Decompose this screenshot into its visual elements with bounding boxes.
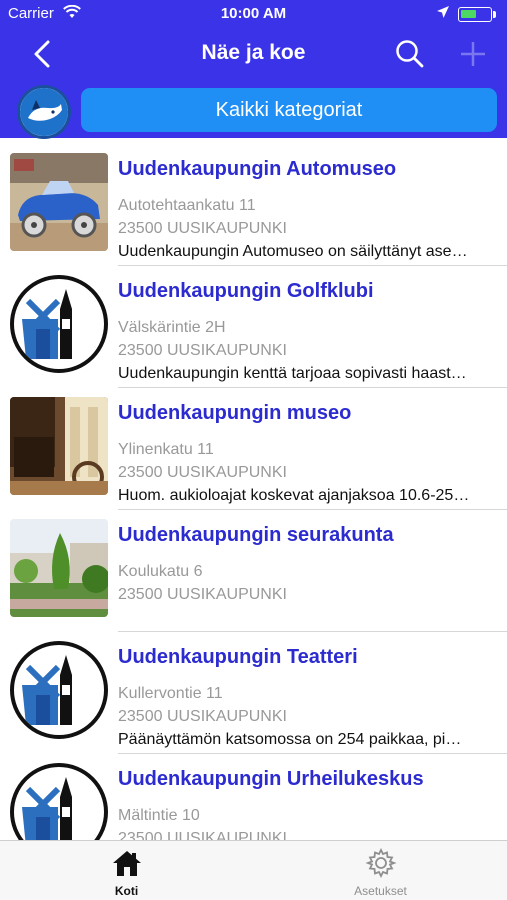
item-street: Ylinenkatu 11 — [118, 441, 214, 458]
item-title: Uudenkaupungin Golfklubi — [118, 280, 374, 302]
item-city: 23500 UUSIKAUPUNKI — [118, 342, 287, 359]
list-item[interactable]: Uudenkaupungin seurakunta Koulukatu 6 23… — [0, 510, 507, 632]
tab-settings[interactable]: Asetukset — [254, 841, 507, 900]
item-title: Uudenkaupungin museo — [118, 402, 352, 424]
item-street: Koulukatu 6 — [118, 563, 203, 580]
all-categories-button[interactable]: Kaikki kategoriat — [81, 88, 497, 132]
location-arrow-icon — [436, 5, 450, 23]
item-street: Kullervontie 11 — [118, 685, 223, 702]
battery-tip — [493, 11, 496, 18]
list-item[interactable]: Uudenkaupungin Teatteri Kullervontie 11 … — [0, 632, 507, 754]
top-bar: Carrier 10:00 AM Näe ja koe — [0, 0, 507, 80]
item-city: 23500 UUSIKAUPUNKI — [118, 708, 287, 725]
list-item[interactable]: Uudenkaupungin Golfklubi Välskärintie 2H… — [0, 266, 507, 388]
item-description: Päänäyttämön katsomossa on 254 paikkaa, … — [118, 731, 462, 748]
item-title: Uudenkaupungin seurakunta — [118, 524, 394, 546]
app-logo[interactable] — [17, 85, 71, 139]
tab-home[interactable]: Koti — [0, 841, 253, 900]
item-city: 23500 UUSIKAUPUNKI — [118, 464, 287, 481]
town-logo-thumbnail — [10, 275, 108, 373]
town-logo-thumbnail — [10, 763, 108, 840]
search-icon — [396, 40, 424, 68]
add-button[interactable] — [455, 36, 491, 72]
plus-icon — [461, 42, 485, 66]
search-button[interactable] — [392, 36, 428, 72]
item-street: Mältintie 10 — [118, 807, 200, 824]
navigation-bar: Näe ja koe — [0, 28, 507, 80]
item-description: Uudenkaupungin Automuseo on säilyttänyt … — [118, 243, 468, 260]
list-item[interactable]: Uudenkaupungin museo Ylinenkatu 11 23500… — [0, 388, 507, 510]
car-photo-thumbnail — [10, 153, 108, 251]
whale-logo-icon — [20, 88, 68, 136]
item-title: Uudenkaupungin Urheilukeskus — [118, 768, 424, 790]
tab-label: Asetukset — [354, 884, 407, 898]
item-city: 23500 UUSIKAUPUNKI — [118, 586, 287, 603]
item-street: Autotehtaankatu 11 — [118, 197, 256, 214]
town-logo-thumbnail — [10, 641, 108, 739]
item-city: 23500 UUSIKAUPUNKI — [118, 830, 287, 840]
home-icon — [113, 851, 141, 876]
tab-label: Koti — [114, 884, 139, 898]
list-item[interactable]: Uudenkaupungin Automuseo Autotehtaankatu… — [0, 144, 507, 266]
places-list: Uudenkaupungin Automuseo Autotehtaankatu… — [0, 144, 507, 840]
item-description: Huom. aukioloajat koskevat ajanjaksoa 10… — [118, 487, 470, 504]
item-description: Uudenkaupungin kenttä tarjoaa sopivasti … — [118, 365, 467, 382]
battery-icon — [458, 7, 492, 22]
list-item[interactable]: Uudenkaupungin Urheilukeskus Mältintie 1… — [0, 754, 507, 840]
page-title: Näe ja koe — [201, 41, 306, 64]
item-title: Uudenkaupungin Automuseo — [118, 158, 397, 180]
building-photo-thumbnail — [10, 519, 108, 617]
tab-bar: Koti Asetukset — [0, 840, 507, 900]
item-city: 23500 UUSIKAUPUNKI — [118, 220, 287, 237]
item-street: Välskärintie 2H — [118, 319, 226, 336]
status-bar: Carrier 10:00 AM — [0, 0, 507, 28]
filter-bar: Kaikki kategoriat — [0, 80, 507, 139]
item-title: Uudenkaupungin Teatteri — [118, 646, 358, 668]
status-time: 10:00 AM — [220, 5, 287, 22]
gear-icon — [365, 847, 397, 879]
interior-photo-thumbnail — [10, 397, 108, 495]
